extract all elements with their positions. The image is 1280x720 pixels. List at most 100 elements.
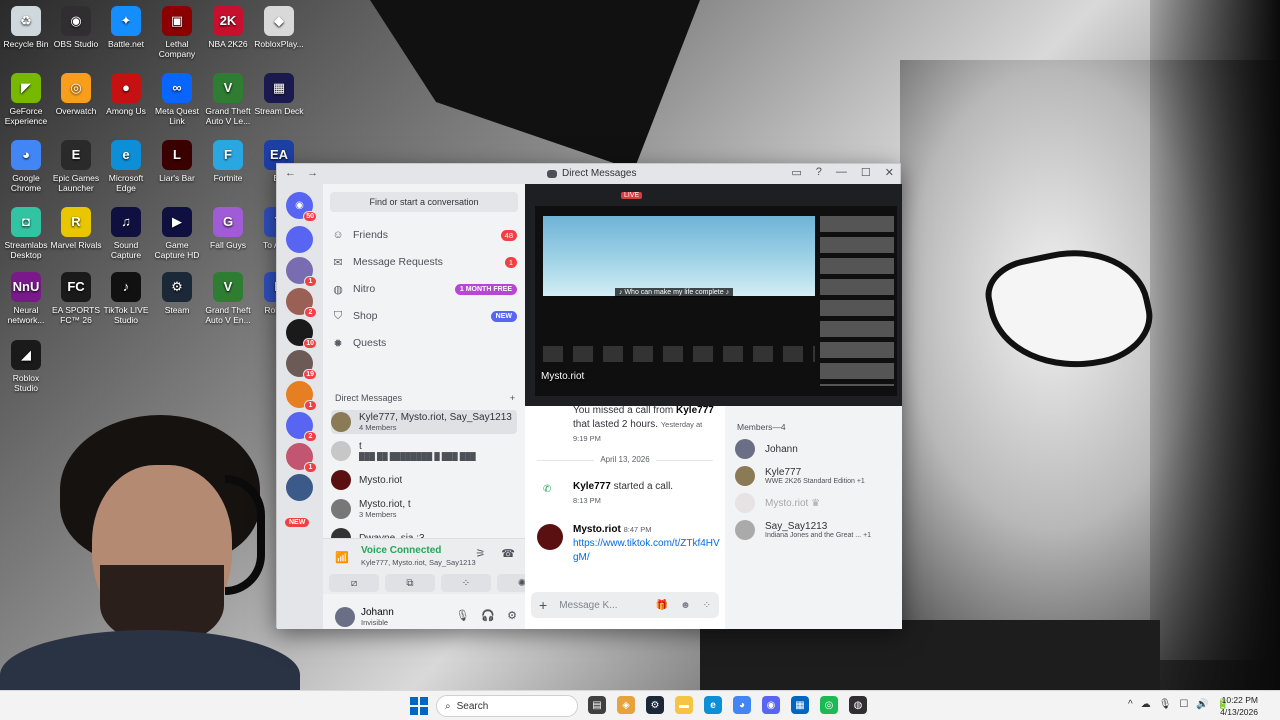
tray-icon[interactable]: ☐ [1179,699,1188,710]
taskbar-app-icon[interactable]: ◕ [733,696,751,714]
server-icon[interactable]: 10 [286,319,317,349]
desktop-icon[interactable]: ▣ Lethal Company [151,6,203,59]
start-button[interactable] [410,697,428,715]
desktop-icon[interactable]: e Microsoft Edge [100,140,152,193]
message-author[interactable]: Mysto.riot [573,524,621,535]
tray-icon[interactable]: 🔊 [1196,699,1208,710]
desktop-icon[interactable]: ◘ Streamlabs Desktop [0,207,52,260]
tray-icon[interactable]: ^ [1128,699,1133,710]
help-icon[interactable]: ? [816,166,822,179]
desktop-icon[interactable]: ♪ TikTok LIVE Studio [100,272,152,325]
desktop-icon[interactable]: G Fall Guys [202,207,254,250]
close-button[interactable]: ✕ [885,166,894,179]
server-icon[interactable]: 2 [286,288,317,318]
nav-item-nitro[interactable]: ◍ Nitro 1 MONTH FREE [331,278,517,300]
dm-item[interactable]: t ███ ██ ████████ █ ███ ███ [331,439,517,463]
screen-share-button[interactable]: ⧉ [385,574,435,592]
tray-icon[interactable]: ☁ [1141,699,1151,710]
settings-gear-icon[interactable]: ⚙ [507,609,517,622]
desktop-icon[interactable]: E Epic Games Launcher [50,140,102,193]
tray-icon[interactable]: 🎙 [1159,699,1172,710]
maximize-button[interactable]: ☐ [861,166,871,179]
home-button[interactable]: ◉ 50 [286,192,317,222]
desktop-icon[interactable]: ∞ Meta Quest Link [151,73,203,126]
disconnect-icon[interactable]: ☎ [501,547,515,560]
activities-button[interactable]: ⁘ [441,574,491,592]
taskbar-app-icon[interactable]: e [704,696,722,714]
gift-icon[interactable]: 🎁 [656,600,668,611]
member-item[interactable]: Say_Say1213 Indiana Jones and the Great .… [735,520,895,540]
desktop-icon[interactable]: V Grand Theft Auto V Le... [202,73,254,126]
avatar[interactable] [335,606,355,627]
headset-icon[interactable]: 🎧 [481,609,495,622]
desktop-icon[interactable]: ● Among Us [100,73,152,116]
desktop-icon[interactable]: R Marvel Rivals [50,207,102,250]
taskbar-app-icon[interactable]: ◉ [762,696,780,714]
desktop-icon[interactable]: ⚙ Steam [151,272,203,315]
desktop-icon[interactable]: ✦ Battle.net [100,6,152,49]
title-bar[interactable]: ← → Direct Messages ▭ ? — ☐ ✕ [277,164,900,184]
desktop-icon[interactable]: ◉ OBS Studio [50,6,102,49]
call-user[interactable]: Kyle777 [573,481,611,492]
stream-view[interactable]: LIVE ♪ Who can make my life complete ♪ M… [525,184,902,406]
dm-item[interactable]: Mysto.riot [331,468,517,492]
desktop-icon[interactable]: 2K NBA 2K26 [202,6,254,49]
taskbar-search[interactable]: ⌕ Search [436,695,578,717]
server-icon[interactable] [286,226,313,253]
dm-item[interactable]: Kyle777, Mysto.riot, Say_Say1213 4 Member… [331,410,517,434]
nav-item-shop[interactable]: ⛉ Shop NEW [331,305,517,327]
desktop-icon[interactable]: ◤ GeForce Experience [0,73,52,126]
microphone-icon[interactable]: 🎙 [455,609,469,622]
taskbar-app-icon[interactable]: ▦ [791,696,809,714]
dm-item[interactable]: Mysto.riot, t3 Members [331,497,517,521]
back-arrow-icon[interactable]: ← [285,167,296,179]
noise-suppression-icon[interactable]: ⚞ [475,547,485,560]
create-dm-button[interactable]: + [510,393,515,403]
desktop-icon[interactable]: ◎ Overwatch [50,73,102,116]
server-icon[interactable] [286,474,313,501]
desktop-icon[interactable]: ♻ Recycle Bin [0,6,52,49]
user-info[interactable]: Johann Invisible [361,607,394,627]
find-conversation-button[interactable]: Find or start a conversation [330,192,518,212]
camera-off-button[interactable]: ⧄ [329,574,379,592]
inbox-icon[interactable]: ▭ [791,166,801,179]
member-item[interactable]: Mysto.riot ♛ [735,493,895,513]
member-item[interactable]: Kyle777 WWE 2K26 Standard Edition +1 [735,466,895,486]
server-icon[interactable]: 2 [286,412,317,442]
voice-connected-label[interactable]: Voice Connected [361,545,441,556]
nav-item-friends[interactable]: ☺ Friends 48 [331,224,517,246]
taskbar-app-icon[interactable]: ▤ [588,696,606,714]
server-icon[interactable]: 1 [286,381,317,411]
clock[interactable]: 10:22 PM 4/13/2026 [1220,694,1258,718]
nav-item-quests[interactable]: ✹ Quests [331,332,517,354]
taskbar-app-icon[interactable]: ◍ [849,696,867,714]
tiktok-link[interactable]: https://www.tiktok.com/t/ZTkf4HVgM/ [573,538,720,563]
message-composer[interactable]: + Message K... 🎁 ☻ ⁘ [531,592,719,618]
desktop-icon[interactable]: FC EA SPORTS FC™ 26 [50,272,102,325]
desktop-icon[interactable]: ♫ Sound Capture [100,207,152,260]
signal-icon[interactable]: 📶 [335,551,349,564]
desktop-icon[interactable]: ▦ Stream Deck [253,73,305,116]
desktop-icon[interactable]: NnU Neural network... [0,272,52,325]
add-attachment-icon[interactable]: + [539,597,547,613]
nav-item-message-requests[interactable]: ✉ Message Requests 1 [331,251,517,273]
taskbar-app-icon[interactable]: ◈ [617,696,635,714]
message-input[interactable]: Message K... [559,600,643,611]
desktop-icon[interactable]: ◆ RobloxPlay... [253,6,305,49]
server-icon[interactable]: 1 [286,257,317,287]
taskbar-app-icon[interactable]: ◎ [820,696,838,714]
desktop-icon[interactable]: L Liar's Bar [151,140,203,183]
server-icon[interactable]: 1 [286,443,317,473]
desktop-icon[interactable]: V Grand Theft Auto V En... [202,272,254,325]
missed-call-user[interactable]: Kyle777 [676,405,714,416]
server-icon[interactable]: 19 [286,350,317,380]
desktop-icon[interactable]: ◢ Roblox Studio [0,340,52,393]
emoji-icon[interactable]: ☻ [680,600,691,611]
apps-icon[interactable]: ⁘ [703,600,711,611]
forward-arrow-icon[interactable]: → [307,167,318,179]
taskbar-app-icon[interactable]: ▬ [675,696,693,714]
member-item[interactable]: Johann [735,439,895,459]
avatar[interactable] [537,524,563,550]
desktop-icon[interactable]: F Fortnite [202,140,254,183]
desktop-icon[interactable]: ◕ Google Chrome [0,140,52,193]
